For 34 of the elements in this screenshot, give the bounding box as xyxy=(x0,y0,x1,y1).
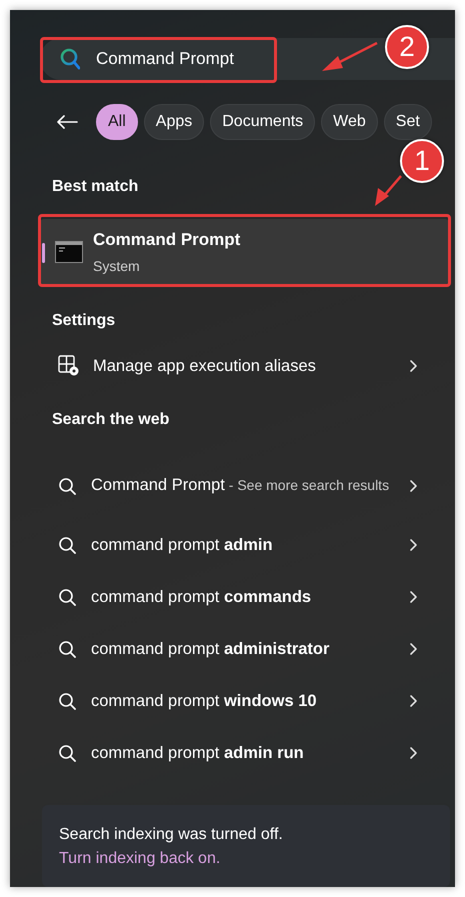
search-icon xyxy=(58,744,76,762)
filter-tab[interactable]: Documents xyxy=(210,104,316,140)
result-title: Command Prompt xyxy=(93,229,240,252)
search-icon xyxy=(58,477,76,495)
search-icon xyxy=(58,692,76,710)
back-arrow-icon xyxy=(56,114,78,130)
search-icon xyxy=(58,588,76,606)
terminal-icon xyxy=(55,241,83,263)
back-button[interactable] xyxy=(56,114,78,130)
web-result[interactable]: command prompt admin xyxy=(40,519,449,571)
settings-icon xyxy=(58,355,80,377)
web-result[interactable]: command prompt commands xyxy=(40,571,449,623)
filter-tab[interactable]: Set xyxy=(384,104,432,140)
result-item[interactable]: Command Prompt System xyxy=(40,219,449,285)
annotation-arrow xyxy=(322,42,378,71)
indexing-link[interactable]: Turn indexing back on. xyxy=(59,850,220,867)
settings-item[interactable]: Manage app execution aliases xyxy=(40,341,449,391)
section-heading: Best match xyxy=(52,177,138,197)
filter-tab[interactable]: All xyxy=(96,104,138,140)
section-heading: Search the web xyxy=(52,410,170,430)
search-icon xyxy=(58,536,76,554)
web-result[interactable]: Command Prompt - See more search results xyxy=(40,453,449,519)
selection-indicator xyxy=(42,243,45,263)
result-subtitle: System xyxy=(93,256,141,276)
notice-message: Search indexing was turned off. xyxy=(59,825,284,845)
filter-tab[interactable]: Apps xyxy=(144,104,204,140)
web-result[interactable]: command prompt administrator xyxy=(40,623,449,675)
web-result[interactable]: command prompt admin run xyxy=(40,727,449,779)
filter-tab[interactable]: Web xyxy=(321,104,378,140)
annotation-arrow xyxy=(375,175,402,206)
search-icon xyxy=(58,640,76,658)
web-result[interactable]: command prompt windows 10 xyxy=(40,675,449,727)
section-heading: Settings xyxy=(52,311,116,331)
search-icon xyxy=(60,48,80,70)
